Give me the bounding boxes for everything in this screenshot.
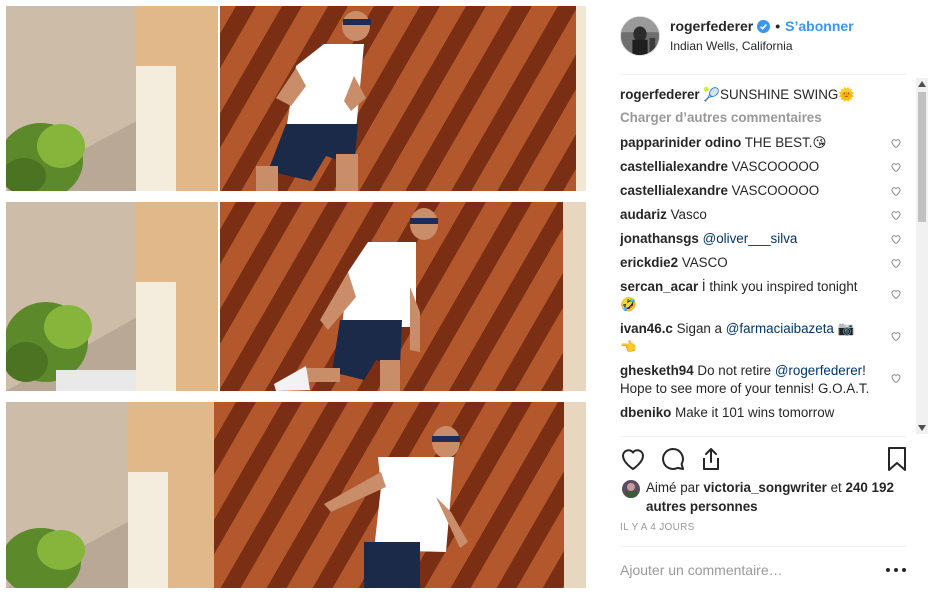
post-header: rogerfederer • S’abonner Indian Wells, C… — [620, 16, 908, 58]
like-comment-heart-icon[interactable] — [890, 185, 902, 197]
like-comment-heart-icon[interactable] — [890, 330, 902, 342]
comment-text: VASCO — [681, 255, 728, 270]
liker-avatar[interactable] — [622, 480, 640, 498]
post-side-panel: rogerfederer • S’abonner Indian Wells, C… — [598, 0, 928, 600]
comments-list: rogerfederer 🎾SUNSHINE SWING🌞 Charger d’… — [620, 86, 908, 436]
comment-item: ghesketh94 Do not retire @rogerfederer! … — [620, 362, 908, 398]
post-location[interactable]: Indian Wells, California — [670, 39, 793, 53]
comment-text: Do not retire — [697, 363, 772, 378]
caption-username[interactable]: rogerfederer — [620, 87, 700, 102]
post-photo[interactable] — [0, 0, 598, 600]
follow-button[interactable]: S’abonner — [785, 18, 853, 34]
comment-item: jonathansgs @oliver___silva — [620, 230, 908, 248]
comment-username[interactable]: sercan_acar — [620, 279, 698, 294]
comment-item: castellialexandre VASCOOOOO — [620, 182, 908, 200]
comment-mention[interactable]: @rogerfederer — [775, 363, 862, 378]
comment-item: sercan_acar İ think you inspired tonight… — [620, 278, 908, 314]
comments-scrollbar[interactable] — [916, 78, 928, 434]
caption-text: 🎾SUNSHINE SWING🌞 — [703, 87, 856, 102]
comment-item: papparinider odino THE BEST.😘 — [620, 134, 908, 152]
comment-item: castellialexandre VASCOOOOO — [620, 158, 908, 176]
like-comment-heart-icon[interactable] — [890, 288, 902, 300]
like-comment-heart-icon[interactable] — [890, 257, 902, 269]
header-divider — [620, 74, 906, 75]
comment-username[interactable]: erickdie2 — [620, 255, 678, 270]
comment-item: audariz Vasco — [620, 206, 908, 224]
add-comment-input[interactable]: Ajouter un commentaire… — [620, 562, 783, 578]
author-line: rogerfederer • S’abonner — [670, 18, 854, 34]
comment-mention[interactable]: @farmaciaibazeta — [726, 321, 834, 336]
comment-username[interactable]: audariz — [620, 207, 667, 222]
comment-username[interactable]: castellialexandre — [620, 159, 728, 174]
bookmark-icon[interactable] — [884, 446, 910, 472]
author-username[interactable]: rogerfederer — [670, 18, 753, 34]
comment-text: Make it 101 wins tomorrow — [675, 405, 835, 420]
scroll-down-arrow-icon[interactable] — [916, 422, 928, 434]
share-icon[interactable] — [698, 446, 724, 472]
photo-frame-2 — [6, 202, 586, 391]
comments-divider — [620, 436, 906, 437]
comment-username[interactable]: castellialexandre — [620, 183, 728, 198]
liked-by-prefix: Aimé par — [646, 480, 700, 495]
instagram-post-modal: rogerfederer • S’abonner Indian Wells, C… — [0, 0, 928, 600]
comment-text: VASCOOOOO — [731, 159, 820, 174]
like-comment-heart-icon[interactable] — [890, 233, 902, 245]
comment-item: erickdie2 VASCO — [620, 254, 908, 272]
photo-frame-3 — [6, 402, 586, 588]
comment-text: Sigan a — [676, 321, 723, 336]
separator-dot: • — [775, 18, 781, 34]
heart-icon[interactable] — [620, 446, 646, 472]
comment-item: dbeniko Make it 101 wins tomorrow — [620, 404, 908, 422]
comment-username[interactable]: jonathansgs — [620, 231, 699, 246]
load-more-comments-button[interactable]: Charger d’autres commentaires — [620, 108, 908, 134]
scroll-up-arrow-icon[interactable] — [916, 78, 928, 90]
post-actions-bar — [620, 444, 910, 474]
comment-username[interactable]: ghesketh94 — [620, 363, 694, 378]
footer-divider — [620, 546, 906, 547]
comment-text: Vasco — [670, 207, 707, 222]
comment-username[interactable]: ivan46.c — [620, 321, 673, 336]
verified-badge-icon — [757, 19, 771, 33]
likes-text: Aimé par victoria_songwriter et 240 192 … — [646, 478, 896, 516]
more-dot — [886, 568, 890, 572]
comment-text: THE BEST.😘 — [744, 135, 827, 150]
like-comment-heart-icon[interactable] — [890, 372, 902, 384]
comment-item: ivan46.c Sigan a @farmaciaibazeta 📷 👈 — [620, 320, 908, 356]
comment-icon[interactable] — [660, 446, 686, 472]
photo-frame-1 — [6, 6, 586, 191]
comment-mention[interactable]: @oliver___silva — [703, 231, 798, 246]
comment-username[interactable]: dbeniko — [620, 405, 671, 420]
more-dot — [902, 568, 906, 572]
likes-summary: Aimé par victoria_songwriter et 240 192 … — [620, 478, 910, 518]
like-comment-heart-icon[interactable] — [890, 161, 902, 173]
more-dot — [894, 568, 898, 572]
comment-text: VASCOOOOO — [731, 183, 820, 198]
scrollbar-thumb[interactable] — [918, 92, 926, 222]
post-timestamp[interactable]: IL Y A 4 JOURS — [620, 522, 695, 533]
comment-username[interactable]: papparinider odino — [620, 135, 741, 150]
liked-by-username[interactable]: victoria_songwriter — [703, 480, 827, 495]
post-caption: rogerfederer 🎾SUNSHINE SWING🌞 — [620, 86, 908, 108]
like-comment-heart-icon[interactable] — [890, 209, 902, 221]
more-options-icon[interactable] — [886, 568, 906, 574]
liked-by-suffix: et — [830, 480, 842, 495]
like-comment-heart-icon[interactable] — [890, 137, 902, 149]
author-avatar[interactable] — [620, 16, 660, 56]
